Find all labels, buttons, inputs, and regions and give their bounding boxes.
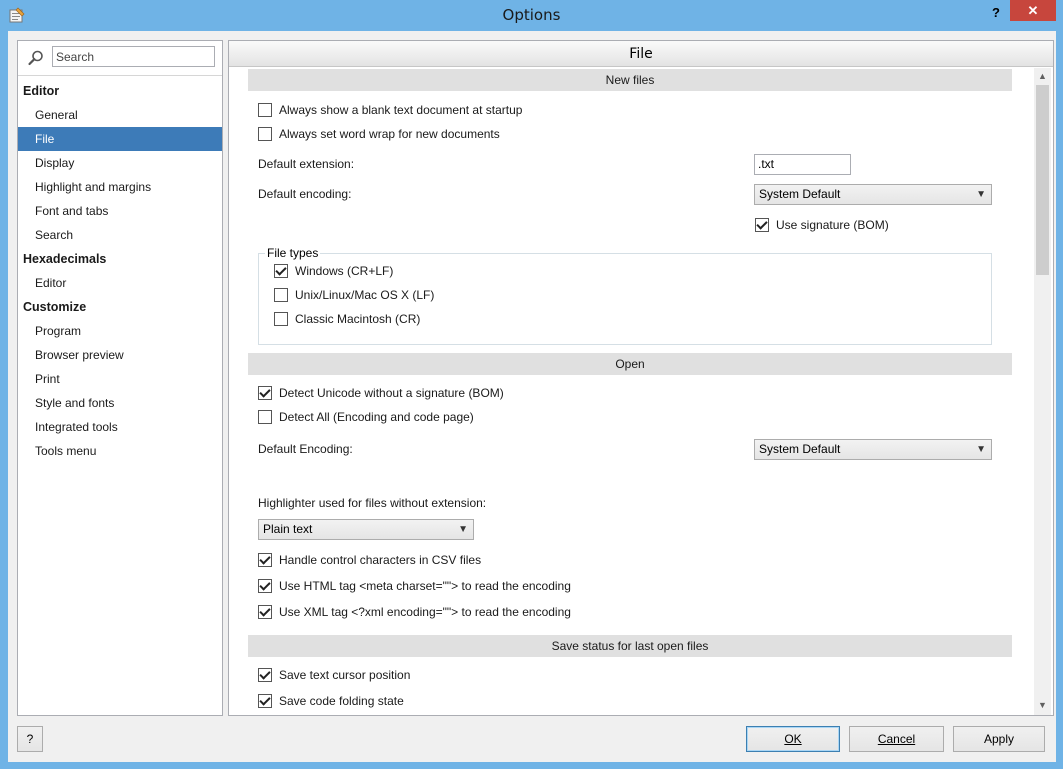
sidebar-group-hexadecimals[interactable]: Hexadecimals [18,247,222,271]
checkbox-label: Unix/Linux/Mac OS X (LF) [295,288,435,302]
select-value: System Default [759,442,841,456]
sidebar-item-search[interactable]: Search [18,223,222,247]
options-tree: Editor General File Display Highlight and ma… [18,79,222,463]
default-encoding-select[interactable]: System Default ▼ [754,184,992,205]
highlighter-select[interactable]: Plain text ▼ [258,519,474,540]
section-header-new-files: New files [248,69,1012,91]
apply-button[interactable]: Apply [953,726,1045,752]
open-default-encoding-label: Default Encoding: [258,442,353,456]
checkbox-box[interactable] [258,668,272,682]
vertical-scrollbar[interactable]: ▲ ▼ [1034,68,1051,715]
sidebar-item-file[interactable]: File [18,127,222,151]
checkbox-label: Save text cursor position [279,668,411,682]
sidebar-group-editor[interactable]: Editor [18,79,222,103]
checkbox-label: Detect Unicode without a signature (BOM) [279,386,504,400]
search-input[interactable] [52,46,215,67]
checkbox-box[interactable] [258,410,272,424]
help-button[interactable]: ? [17,726,43,752]
checkbox-box[interactable] [755,218,769,232]
sidebar: EditorGeneralFileDisplayHighlight and ma… [17,40,223,716]
checkbox-box[interactable] [258,553,272,567]
checkbox-box[interactable] [258,127,272,141]
close-button[interactable]: ✕ [1010,0,1056,21]
cancel-button-label: Cancel [877,732,916,746]
sidebar-item-general[interactable]: General [18,103,222,127]
checkbox-box[interactable] [274,312,288,326]
ok-button-label: OK [784,732,802,746]
checkbox-box[interactable] [274,288,288,302]
scroll-up-icon[interactable]: ▲ [1038,71,1047,81]
sidebar-item-style-and-fonts[interactable]: Style and fonts [18,391,222,415]
close-icon: ✕ [1027,3,1039,18]
sidebar-group-customize[interactable]: Customize [18,295,222,319]
sidebar-item-font-and-tabs[interactable]: Font and tabs [18,199,222,223]
settings-panel: File New files Always show a blank text … [228,40,1054,716]
checkbox-label: Handle control characters in CSV files [279,553,482,567]
checkbox-label: Save code folding state [279,694,404,708]
scrollbar-thumb[interactable] [1036,85,1049,275]
file-types-label: File types [265,244,321,262]
scroll-down-icon[interactable]: ▼ [1038,700,1047,710]
sidebar-item-editor[interactable]: Editor [18,271,222,295]
select-value: System Default [759,187,841,201]
sidebar-item-browser-preview[interactable]: Browser preview [18,343,222,367]
chevron-down-icon: ▼ [976,444,986,455]
highlighter-label: Highlighter used for files without exten… [258,496,487,510]
checkbox-label: Always set word wrap for new documents [279,127,500,141]
panel-title: File [229,41,1053,67]
checkbox-label: Use signature (BOM) [776,218,889,232]
checkbox-label: Always show a blank text document at sta… [279,103,523,117]
options-window: Options ? ✕ EditorGeneralFileDisplayHigh… [0,0,1063,769]
sidebar-item-highlight-and-margins[interactable]: Highlight and margins [18,175,222,199]
cancel-button[interactable]: Cancel [849,726,944,752]
open-default-encoding-select[interactable]: System Default ▼ [754,439,992,460]
default-extension-label: Default extension: [258,157,355,171]
checkbox-label: Use XML tag <?xml encoding=""> to read t… [279,605,571,619]
sidebar-item-display[interactable]: Display [18,151,222,175]
default-extension-field[interactable]: .txt [754,154,851,175]
select-value: Plain text [263,522,313,536]
checkbox-label: Windows (CR+LF) [295,264,394,278]
chevron-down-icon: ▼ [976,189,986,200]
search-icon [28,50,43,66]
checkbox-box[interactable] [274,264,288,278]
checkbox-box[interactable] [258,605,272,619]
sidebar-item-program[interactable]: Program [18,319,222,343]
checkbox-label: Use HTML tag <meta charset=""> to read t… [279,579,571,593]
sidebar-item-print[interactable]: Print [18,367,222,391]
checkbox-label: Detect All (Encoding and code page) [279,410,474,424]
divider [18,75,222,76]
checkbox-box[interactable] [258,579,272,593]
title-bar: Options ? ✕ [0,0,1063,31]
sidebar-item-tools-menu[interactable]: Tools menu [18,439,222,463]
checkbox-box[interactable] [258,694,272,708]
chevron-down-icon: ▼ [458,524,468,535]
title-help-button[interactable]: ? [986,4,1006,22]
default-encoding-label: Default encoding: [258,187,352,201]
dialog-body: EditorGeneralFileDisplayHighlight and ma… [8,31,1056,762]
window-title: Options [502,6,561,24]
section-header-open: Open [248,353,1012,375]
checkbox-box[interactable] [258,386,272,400]
section-header-save-status: Save status for last open files [248,635,1012,657]
checkbox-box[interactable] [258,103,272,117]
ok-button[interactable]: OK [746,726,840,752]
sidebar-item-integrated-tools[interactable]: Integrated tools [18,415,222,439]
checkbox-label: Classic Macintosh (CR) [295,312,421,326]
